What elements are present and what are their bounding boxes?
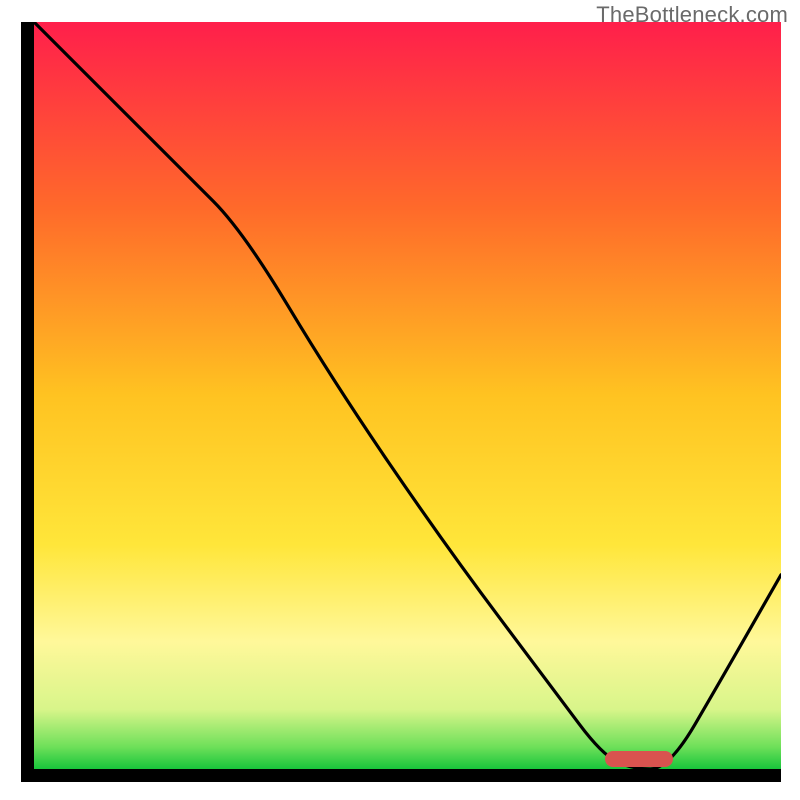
optimal-range-marker [605,751,672,767]
plot-area [34,22,781,769]
y-axis [21,22,34,782]
x-axis [21,769,781,782]
chart-svg [34,22,781,769]
chart-frame: TheBottleneck.com [0,0,800,800]
